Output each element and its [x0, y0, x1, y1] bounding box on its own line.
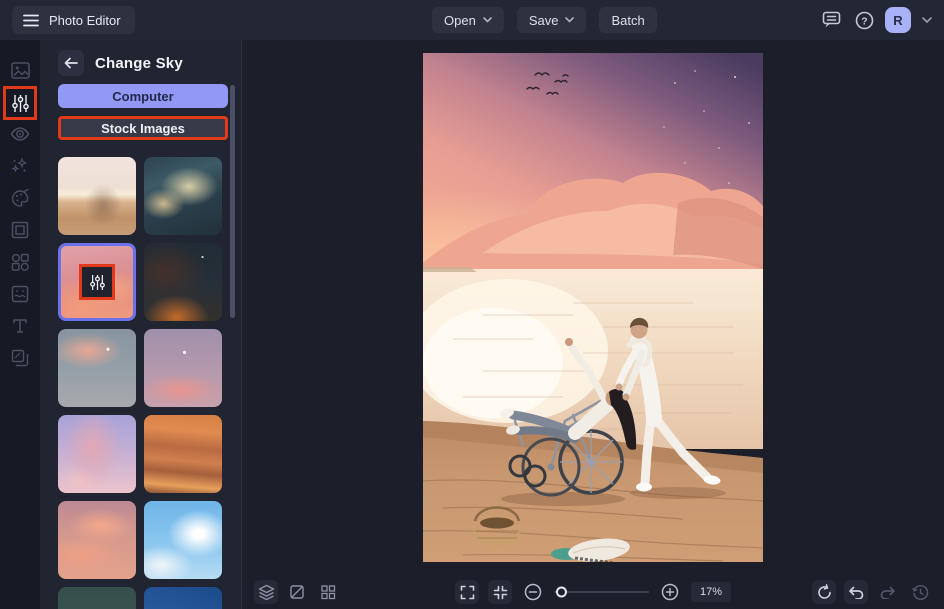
image-icon: [10, 61, 30, 79]
panel-scrollbar[interactable]: [230, 85, 235, 318]
grid-view-button[interactable]: [316, 580, 340, 604]
sky-thumbnail-grid: [58, 157, 222, 609]
sidebar-item-touchup[interactable]: [0, 118, 40, 150]
user-avatar[interactable]: R: [885, 7, 911, 33]
undo-icon: [847, 585, 865, 599]
text-icon: [12, 318, 28, 334]
overlay-icon: [11, 285, 29, 303]
expand-icon: [459, 585, 474, 600]
tool-sidebar: [0, 40, 40, 609]
zoom-level-display[interactable]: 17%: [690, 582, 732, 602]
fullscreen-button[interactable]: [454, 580, 479, 604]
batch-button[interactable]: Batch: [599, 7, 657, 33]
app-menu-button[interactable]: Photo Editor: [12, 6, 135, 34]
view-original-button[interactable]: [285, 580, 309, 604]
reset-button[interactable]: [812, 580, 836, 604]
undo-button[interactable]: [844, 580, 868, 604]
layers-button[interactable]: [254, 580, 278, 604]
computer-source-button[interactable]: Computer: [58, 84, 228, 108]
shrink-icon: [492, 585, 507, 600]
adjust-sliders-icon: [11, 94, 29, 113]
sidebar-item-textures[interactable]: [0, 342, 40, 374]
sidebar-item-overlays[interactable]: [0, 278, 40, 310]
zoom-slider[interactable]: [553, 586, 649, 598]
svg-text:?: ?: [861, 15, 867, 27]
open-button[interactable]: Open: [432, 7, 504, 33]
textures-icon: [11, 349, 29, 367]
eye-icon: [10, 127, 30, 141]
top-bar: Photo Editor Open Save Batch ? R: [0, 0, 944, 40]
sky-thumbnail-pink-sunset-clouds-sky[interactable]: [58, 243, 136, 321]
plus-circle-icon: [661, 583, 679, 601]
grid-squares-icon: [320, 584, 336, 600]
editor-canvas[interactable]: 17%: [242, 40, 944, 609]
history-button[interactable]: [908, 580, 932, 604]
sky-thumbnail-lavender-pink-clouds[interactable]: [58, 415, 136, 493]
back-button[interactable]: [58, 50, 84, 76]
redo-button[interactable]: [876, 580, 900, 604]
feedback-chat-icon[interactable]: [819, 8, 843, 32]
help-icon[interactable]: ?: [852, 8, 876, 32]
sidebar-item-artsy[interactable]: [0, 182, 40, 214]
minus-circle-icon: [524, 583, 542, 601]
adjust-sliders-icon: [89, 274, 105, 291]
selected-sky-adjust-button[interactable]: [79, 264, 115, 300]
history-clock-icon: [911, 584, 929, 601]
change-sky-panel: Change Sky Computer Stock Images: [40, 40, 242, 609]
stock-images-source-button[interactable]: Stock Images: [58, 116, 228, 140]
sky-thumbnail-orange-sunset-streaks[interactable]: [144, 415, 222, 493]
account-chevron-down-icon[interactable]: [922, 17, 932, 23]
sky-thumbnail-original-beach-photo[interactable]: [58, 157, 136, 235]
sparkles-icon: [11, 157, 29, 175]
sky-thumbnail-deep-blue-sky-cloud[interactable]: [144, 587, 222, 609]
sky-thumbnail-gray-sky-pink-cloud[interactable]: [58, 329, 136, 407]
sidebar-item-adjust[interactable]: [0, 86, 40, 120]
app-title: Photo Editor: [49, 12, 121, 28]
hamburger-icon: [23, 14, 39, 27]
canvas-bottom-toolbar: 17%: [242, 575, 944, 609]
sidebar-item-image-manager[interactable]: [0, 54, 40, 86]
panel-title: Change Sky: [95, 54, 183, 72]
sidebar-item-graphics[interactable]: [0, 246, 40, 278]
save-button[interactable]: Save: [516, 7, 587, 33]
annotation-red-box: [3, 86, 37, 120]
shapes-icon: [11, 253, 29, 271]
sidebar-item-text[interactable]: [0, 310, 40, 342]
layers-icon: [258, 584, 275, 601]
frame-icon: [11, 221, 29, 239]
sidebar-item-frames[interactable]: [0, 214, 40, 246]
sky-thumbnail-dark-orange-clouds-sky[interactable]: [144, 243, 222, 321]
redo-icon: [879, 585, 897, 599]
sky-thumbnail-blue-sky-white-clouds[interactable]: [144, 501, 222, 579]
refresh-icon: [816, 583, 833, 601]
sky-thumbnail-pink-orange-clouds[interactable]: [58, 501, 136, 579]
file-actions: Open Save Batch: [432, 7, 657, 33]
chevron-down-icon: [565, 17, 575, 23]
sidebar-item-effects[interactable]: [0, 150, 40, 182]
sky-thumbnail-teal-sky-with-moon[interactable]: [58, 587, 136, 609]
canvas-image-beach-wheelchair[interactable]: [423, 53, 763, 562]
palette-icon: [11, 189, 30, 207]
sky-thumbnail-mauve-sky-with-moon[interactable]: [144, 329, 222, 407]
zoom-slider-handle[interactable]: [555, 586, 567, 598]
zoom-in-button[interactable]: [658, 580, 682, 604]
sky-thumbnail-dark-teal-clouds-sky[interactable]: [144, 157, 222, 235]
view-original-icon: [289, 584, 305, 600]
chevron-down-icon: [483, 17, 492, 23]
fit-to-screen-button[interactable]: [487, 580, 512, 604]
back-arrow-icon: [64, 57, 78, 69]
topbar-right: ? R: [819, 7, 932, 33]
zoom-out-button[interactable]: [521, 580, 545, 604]
